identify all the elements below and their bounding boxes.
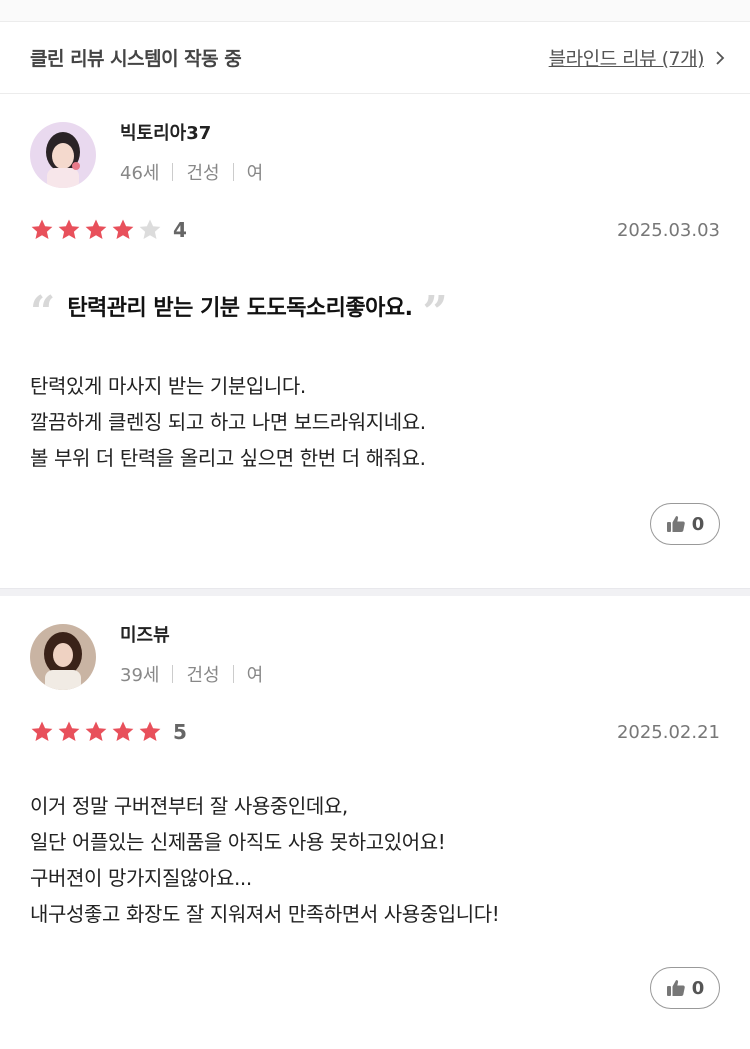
avatar: [30, 122, 96, 188]
reviewer-gender: 여: [246, 163, 264, 184]
star-icon: [112, 219, 134, 239]
thumbs-up-icon: [666, 516, 685, 532]
rating-row: 5 2025.02.21: [30, 720, 720, 744]
thumbs-up-icon: [666, 980, 685, 996]
like-button[interactable]: 0: [650, 503, 720, 545]
review-body-line: 탄력있게 마사지 받는 기분입니다.: [30, 374, 306, 398]
meta-divider: [232, 163, 234, 181]
reviewer-gender: 여: [246, 665, 264, 686]
blind-review-link[interactable]: 블라인드 리뷰 (7개): [549, 44, 726, 71]
rating-score: 4: [173, 218, 187, 242]
review-date: 2025.02.21: [616, 721, 720, 743]
review-card: 미즈뷰 39세 건성 여 5 2025.02.21 이거 정말 구버젼부터 잘 …: [0, 596, 750, 1049]
close-quote-icon: ”: [422, 287, 448, 338]
review-body: 탄력있게 마사지 받는 기분입니다. 깔끔하게 클렌징 되고 하고 나면 보드라…: [30, 368, 720, 476]
review-card: 빅토리아37 46세 건성 여 4 2025.03.03 “ 탄력관리 받는 기…: [0, 94, 750, 588]
like-button[interactable]: 0: [650, 967, 720, 1009]
star-icon: [31, 721, 53, 741]
rating-score: 5: [173, 720, 187, 744]
clean-review-bar: 클린 리뷰 시스템이 작동 중 블라인드 리뷰 (7개): [0, 22, 750, 94]
review-divider: [0, 588, 750, 596]
top-strip: [0, 0, 750, 22]
review-body-line: 이거 정말 구버젼부터 잘 사용중인데요,: [30, 794, 348, 818]
reviewer-profile: 빅토리아37 46세 건성 여: [30, 94, 720, 188]
star-icon: [85, 219, 107, 239]
star-rating: 5: [30, 720, 187, 744]
star-icon: [31, 219, 53, 239]
star-icon: [58, 721, 80, 741]
chevron-right-icon: [716, 50, 725, 65]
review-body-line: 내구성좋고 화장도 잘 지워져서 만족하면서 사용중입니다!: [30, 902, 500, 926]
meta-divider: [172, 163, 174, 181]
meta-divider: [232, 665, 234, 683]
clean-review-title: 클린 리뷰 시스템이 작동 중: [30, 48, 242, 70]
star-icon: [58, 219, 80, 239]
star-icon: [85, 721, 107, 741]
star-icon: [139, 721, 161, 741]
review-date: 2025.03.03: [616, 219, 720, 241]
reviewer-skin-type: 건성: [186, 665, 220, 686]
review-headline: “ 탄력관리 받는 기분 도도독소리좋아요. ”: [30, 287, 720, 338]
review-body: 이거 정말 구버젼부터 잘 사용중인데요, 일단 어플있는 신제품을 아직도 사…: [30, 788, 720, 932]
like-count: 0: [691, 513, 705, 535]
blind-review-label: 블라인드 리뷰 (7개): [548, 48, 705, 70]
rating-row: 4 2025.03.03: [30, 218, 720, 242]
review-body-line: 깔끔하게 클렌징 되고 하고 나면 보드라워지네요.: [30, 410, 426, 434]
reviewer-meta: 46세 건성 여: [120, 159, 263, 185]
reviewer-age: 39세: [120, 665, 160, 686]
reviewer-profile: 미즈뷰 39세 건성 여: [30, 596, 720, 690]
reviewer-nickname: 빅토리아37: [120, 123, 212, 144]
avatar: [30, 624, 96, 690]
review-body-line: 일단 어플있는 신제품을 아직도 사용 못하고있어요!: [30, 830, 446, 854]
like-count: 0: [691, 977, 705, 999]
review-body-line: 구버젼이 망가지질않아요...: [30, 866, 252, 890]
reviewer-age: 46세: [120, 163, 160, 184]
star-icon: [139, 219, 161, 239]
reviewer-meta: 39세 건성 여: [120, 661, 263, 687]
star-rating: 4: [30, 218, 187, 242]
open-quote-icon: “: [30, 287, 56, 338]
star-icon: [112, 721, 134, 741]
meta-divider: [172, 665, 174, 683]
reviewer-nickname: 미즈뷰: [120, 625, 170, 646]
headline-text: 탄력관리 받는 기분 도도독소리좋아요.: [67, 296, 413, 321]
review-body-line: 볼 부위 더 탄력을 올리고 싶으면 한번 더 해줘요.: [30, 446, 426, 470]
reviewer-skin-type: 건성: [186, 163, 220, 184]
